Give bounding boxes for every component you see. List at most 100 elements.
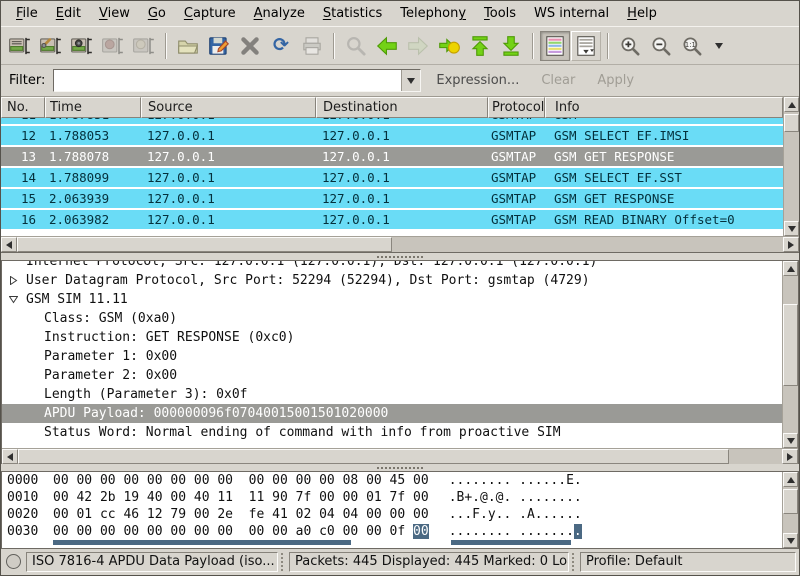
file-open-button[interactable] [173, 31, 203, 61]
scroll-up-button[interactable] [783, 472, 798, 487]
packet-row-14[interactable]: 14 1.788099 127.0.0.1 127.0.0.1 GSMTAP G… [1, 168, 783, 187]
scroll-left-button[interactable] [1, 237, 17, 252]
menu-item-analyze[interactable]: Analyze [245, 3, 314, 24]
interface-list-button[interactable] [5, 31, 35, 61]
expert-info-icon[interactable] [6, 554, 21, 569]
column-header-time[interactable]: Time [45, 97, 141, 118]
packet-row-13-selected[interactable]: 13 1.788078 127.0.0.1 127.0.0.1 GSMTAP G… [1, 147, 783, 166]
scroll-thumb[interactable] [18, 449, 729, 464]
scroll-down-button[interactable] [783, 433, 798, 448]
scroll-right-button[interactable] [782, 449, 798, 464]
scroll-track[interactable] [783, 276, 798, 433]
go-to-bottom-button[interactable] [496, 31, 526, 61]
file-close-button[interactable] [235, 31, 265, 61]
menu-item-help[interactable]: Help [618, 3, 666, 24]
apply-button: Apply [590, 70, 641, 91]
pane-splitter[interactable] [1, 464, 799, 471]
scroll-right-button[interactable] [783, 237, 799, 252]
expression-button[interactable]: Expression... [429, 70, 526, 91]
zoom-original-button[interactable]: 1:1 [677, 31, 707, 61]
menu-item-ws-internal[interactable]: WS internal [525, 3, 618, 24]
scroll-track[interactable] [17, 237, 783, 252]
scroll-track[interactable] [784, 112, 799, 221]
scroll-up-button[interactable] [784, 97, 799, 112]
scroll-thumb[interactable] [783, 489, 798, 514]
menu-item-file[interactable]: File [7, 3, 47, 24]
menu-item-edit[interactable]: Edit [47, 3, 90, 24]
detail-line-apdu-payload-selected[interactable]: APDU Payload: 000000096f0704001500150102… [2, 404, 782, 423]
menu-item-capture[interactable]: Capture [175, 3, 245, 24]
scroll-track[interactable] [18, 449, 782, 464]
detail-line-instruction[interactable]: Instruction: GET RESPONSE (0xc0) [2, 328, 782, 347]
menu-item-go[interactable]: Go [139, 3, 175, 24]
cell-protocol: GSMTAP [488, 118, 545, 122]
reload-button[interactable]: ⟳ [266, 31, 296, 61]
file-save-button[interactable] [204, 31, 234, 61]
hex-row-0010[interactable]: 001000 42 2b 19 40 00 40 11 11 90 7f 00 … [7, 489, 782, 506]
menu-item-statistics[interactable]: Statistics [314, 3, 391, 24]
cell-destination: 127.0.0.1 [316, 149, 488, 164]
detail-line-length[interactable]: Length (Parameter 3): 0x0f [2, 385, 782, 404]
hex-vscrollbar[interactable] [782, 472, 798, 548]
scroll-thumb[interactable] [783, 304, 798, 386]
column-header-source[interactable]: Source [141, 97, 316, 118]
splitter-grip-icon [377, 467, 423, 469]
colorize-button[interactable] [540, 31, 570, 61]
detail-line-class[interactable]: Class: GSM (0xa0) [2, 309, 782, 328]
packet-list-pane: No. Time Source Destination Protocol Inf… [1, 97, 799, 253]
filter-input[interactable] [54, 70, 401, 91]
packet-row-12[interactable]: 12 1.788053 127.0.0.1 127.0.0.1 GSMTAP G… [1, 126, 783, 145]
expander-expanded-icon[interactable] [9, 295, 18, 304]
detail-text: Length (Parameter 3): 0x0f [44, 387, 248, 402]
go-to-packet-button[interactable] [434, 31, 464, 61]
status-grip-icon [281, 553, 286, 571]
capture-restart-icon [132, 34, 156, 58]
toolbar-overflow-button[interactable] [708, 31, 730, 61]
column-header-info[interactable]: Info [545, 97, 783, 118]
scroll-up-button[interactable] [783, 261, 798, 276]
packet-row-16[interactable]: 16 2.063982 127.0.0.1 127.0.0.1 GSMTAP G… [1, 210, 783, 229]
packet-row-11[interactable]: 11 1.787851 127.0.0.1 127.0.0.1 GSMTAP G… [1, 118, 783, 124]
hex-row-0040-partial[interactable] [7, 540, 782, 545]
scroll-down-button[interactable] [783, 533, 798, 548]
detail-line-status-word[interactable]: Status Word: Normal ending of command wi… [2, 423, 782, 442]
scroll-left-button[interactable] [2, 449, 18, 464]
go-to-top-button[interactable] [465, 31, 495, 61]
details-vscrollbar[interactable] [782, 261, 798, 448]
detail-line-parameter1[interactable]: Parameter 1: 0x00 [2, 347, 782, 366]
column-header-no[interactable]: No. [1, 97, 45, 118]
packet-list-hscrollbar[interactable] [1, 236, 799, 252]
scroll-thumb[interactable] [784, 114, 799, 131]
detail-line-gsm-sim[interactable]: GSM SIM 11.11 [2, 290, 782, 309]
detail-line-ip[interactable]: Internet Protocol, Src: 127.0.0.1 (127.0… [2, 261, 782, 271]
go-back-button[interactable] [372, 31, 402, 61]
hex-bytes: 00 00 00 00 00 00 00 00 00 00 a0 c0 00 0… [53, 524, 413, 539]
capture-start-button[interactable] [67, 31, 97, 61]
menu-item-view[interactable]: View [90, 3, 139, 24]
scroll-track[interactable] [783, 487, 798, 533]
menu-item-telephony[interactable]: Telephony [391, 3, 475, 24]
scroll-down-button[interactable] [784, 221, 799, 236]
detail-line-parameter2[interactable]: Parameter 2: 0x00 [2, 366, 782, 385]
zoom-in-button[interactable] [615, 31, 645, 61]
hex-row-0020[interactable]: 002000 01 cc 46 12 79 00 2e fe 41 02 04 … [7, 506, 782, 523]
hex-row-0000[interactable]: 000000 00 00 00 00 00 00 00 00 00 00 00 … [7, 472, 782, 489]
column-header-protocol[interactable]: Protocol [488, 97, 545, 118]
menubar: FileEditViewGoCaptureAnalyzeStatisticsTe… [1, 1, 799, 26]
expander-collapsed-icon[interactable] [9, 276, 18, 285]
capture-options-button[interactable] [36, 31, 66, 61]
details-hscrollbar[interactable] [2, 448, 798, 464]
hex-row-0030[interactable]: 003000 00 00 00 00 00 00 00 00 00 a0 c0 … [7, 523, 782, 540]
auto-scroll-button[interactable] [571, 31, 601, 61]
hex-bytes: 00 01 cc 46 12 79 00 2e fe 41 02 04 04 0… [53, 507, 429, 522]
menu-item-tools[interactable]: Tools [475, 3, 525, 24]
detail-line-udp[interactable]: User Datagram Protocol, Src Port: 52294 … [2, 271, 782, 290]
pane-splitter[interactable] [1, 253, 799, 260]
cell-no: 12 [1, 128, 45, 143]
scroll-thumb[interactable] [17, 237, 392, 252]
column-header-destination[interactable]: Destination [316, 97, 488, 118]
packet-row-15[interactable]: 15 2.063939 127.0.0.1 127.0.0.1 GSMTAP G… [1, 189, 783, 208]
zoom-out-button[interactable] [646, 31, 676, 61]
packet-list-vscrollbar[interactable] [783, 97, 799, 236]
filter-dropdown-button[interactable] [401, 70, 420, 91]
